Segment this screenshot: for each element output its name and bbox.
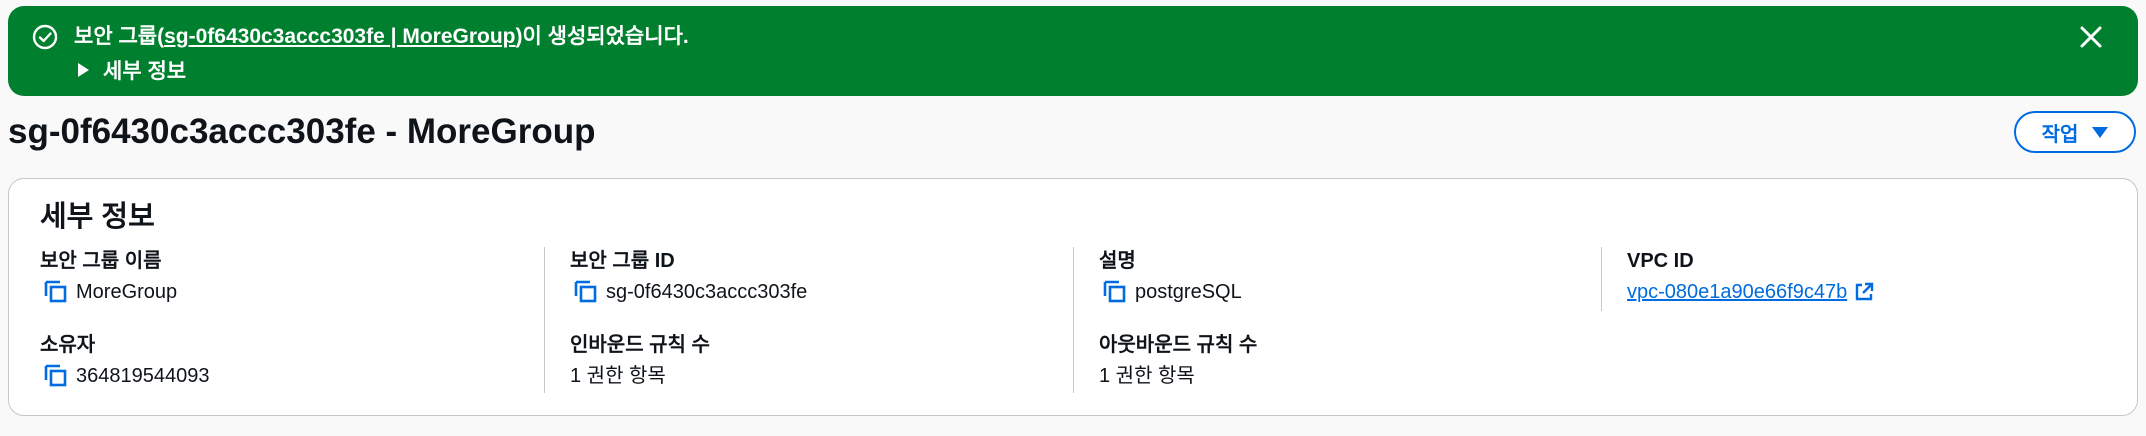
- field-owner: 소유자 364819544093: [40, 331, 209, 391]
- banner-details-toggle[interactable]: 세부 정보: [78, 54, 186, 86]
- field-value: postgreSQL: [1135, 281, 1242, 303]
- field-sg-id: 보안 그룹 ID sg-0f6430c3accc303fe: [570, 247, 807, 307]
- field-sg-name: 보안 그룹 이름 MoreGroup: [40, 247, 177, 307]
- check-circle-icon: [32, 24, 58, 50]
- column-divider: [1601, 247, 1602, 311]
- field-vpc-id: VPC ID vpc-080e1a90e66f9c47b: [1627, 247, 1875, 307]
- copy-icon[interactable]: [1101, 279, 1127, 305]
- field-label: 보안 그룹 이름: [40, 250, 162, 272]
- field-inbound-count: 인바운드 규칙 수 1 권한 항목: [570, 331, 710, 391]
- banner-details-label: 세부 정보: [103, 60, 187, 83]
- caret-right-icon: [78, 63, 89, 77]
- page-title: sg-0f6430c3accc303fe - MoreGroup: [8, 112, 596, 151]
- copy-icon[interactable]: [572, 279, 598, 305]
- field-value: 364819544093: [76, 365, 210, 387]
- field-label: 소유자: [40, 334, 96, 356]
- field-label: 아웃바운드 규칙 수: [1099, 334, 1258, 356]
- field-value: 1 권한 항목: [1099, 365, 1195, 387]
- column-divider: [1073, 247, 1074, 393]
- success-flash-banner: 보안 그룹(sg-0f6430c3accc303fe | MoreGroup)이…: [8, 6, 2138, 96]
- close-icon[interactable]: [2078, 24, 2104, 50]
- details-panel-title: 세부 정보: [40, 201, 155, 233]
- column-divider: [544, 247, 545, 393]
- field-label: 보안 그룹 ID: [570, 250, 675, 272]
- field-label: 인바운드 규칙 수: [570, 334, 710, 356]
- actions-dropdown-button[interactable]: 작업: [2014, 111, 2136, 153]
- field-label: 설명: [1099, 250, 1136, 272]
- caret-down-icon: [2092, 126, 2109, 138]
- copy-icon[interactable]: [42, 279, 68, 305]
- field-label: VPC ID: [1627, 250, 1694, 272]
- details-panel: 세부 정보 보안 그룹 이름 MoreGroup 보안 그룹 ID sg-0f6…: [8, 178, 2138, 416]
- external-link-icon[interactable]: [1853, 281, 1875, 303]
- banner-message: 보안 그룹(sg-0f6430c3accc303fe | MoreGroup)이…: [74, 22, 689, 52]
- field-value: sg-0f6430c3accc303fe: [606, 281, 808, 303]
- security-group-link[interactable]: sg-0f6430c3accc303fe | MoreGroup: [164, 25, 515, 48]
- vpc-id-link[interactable]: vpc-080e1a90e66f9c47b: [1627, 277, 1847, 307]
- copy-icon[interactable]: [42, 363, 68, 389]
- field-value: 1 권한 항목: [570, 365, 666, 387]
- banner-message-prefix: 보안 그룹(: [74, 25, 165, 48]
- field-value: MoreGroup: [76, 281, 178, 303]
- banner-message-suffix: )이 생성되었습니다.: [515, 25, 689, 48]
- field-outbound-count: 아웃바운드 규칙 수 1 권한 항목: [1099, 331, 1257, 391]
- actions-button-label: 작업: [2041, 123, 2079, 146]
- field-description: 설명 postgreSQL: [1099, 247, 1242, 307]
